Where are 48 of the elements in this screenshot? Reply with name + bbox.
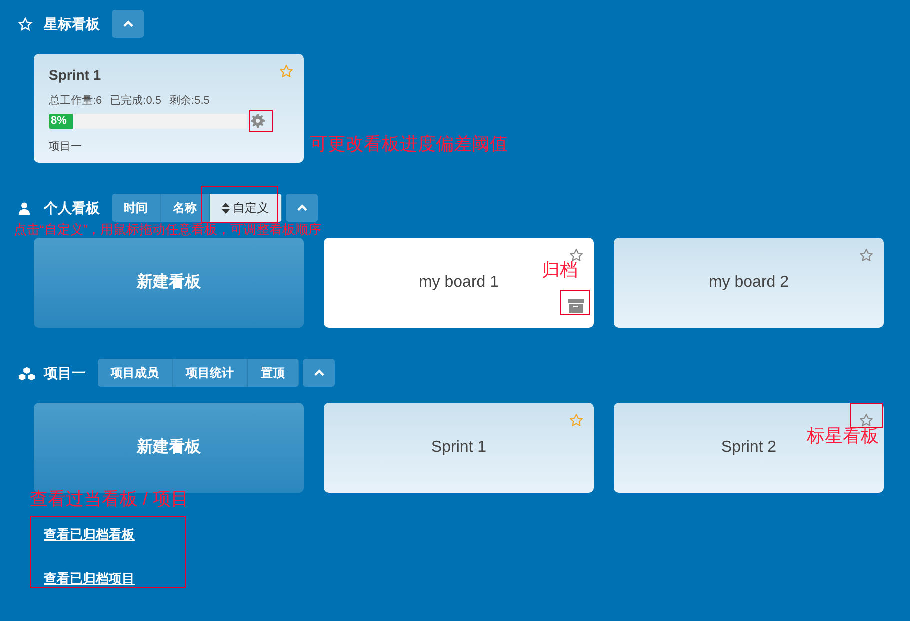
section-title: 个人看板: [44, 198, 100, 218]
collapse-button[interactable]: [303, 359, 335, 387]
archive-link[interactable]: 查看已归档项目: [44, 568, 135, 588]
board-name: my board 1: [418, 273, 500, 293]
new-board-button[interactable]: 新建看板: [34, 238, 304, 328]
progress-fill: 8%: [49, 114, 73, 128]
project-name: 项目一: [49, 140, 82, 154]
collapse-button[interactable]: [286, 194, 318, 222]
archive-icon[interactable]: [567, 298, 585, 314]
sort-icon: [222, 202, 230, 214]
collapse-button[interactable]: [112, 10, 144, 38]
star-icon[interactable]: [859, 248, 874, 263]
board-card[interactable]: Sprint 1 总工作量:6 已完成:0.5 剩余:5.5 8% 项目一: [34, 54, 304, 163]
action-button[interactable]: 项目统计: [173, 359, 248, 387]
board-name: Sprint 2: [721, 438, 777, 458]
stat-text: 剩余:5.5: [170, 94, 210, 109]
board-name: Sprint 1: [431, 438, 487, 458]
star-icon[interactable]: [279, 64, 294, 79]
sort-tab[interactable]: 自定义: [210, 194, 282, 222]
star-icon[interactable]: [569, 413, 584, 428]
sort-tab[interactable]: 时间: [112, 194, 161, 222]
annotation-text: 查看过当看板 / 项目: [30, 490, 190, 508]
cubes-icon: [18, 365, 36, 381]
highlight-box: [249, 110, 273, 132]
annotation-text: 可更改看板进度偏差阈值: [310, 135, 508, 153]
caret-up-icon: [122, 20, 134, 28]
gear-icon[interactable]: [251, 114, 265, 128]
star-icon[interactable]: [569, 248, 584, 263]
action-button[interactable]: 项目成员: [98, 359, 173, 387]
star-icon[interactable]: [859, 413, 874, 428]
annotation-text: 标星看板: [807, 427, 879, 445]
board-card[interactable]: Sprint 1: [324, 403, 594, 493]
highlight-box: [850, 403, 883, 428]
section-title: 项目一: [44, 364, 86, 382]
board-name: Sprint 1: [49, 66, 102, 85]
caret-up-icon: [296, 204, 308, 212]
highlight-box: [560, 290, 590, 315]
action-button[interactable]: 置顶: [248, 359, 299, 387]
sort-tab[interactable]: 名称: [161, 194, 210, 222]
annotation-text: 点击“自定义”，用鼠标拖动任意看板，可调整看板顺序: [14, 223, 322, 236]
archive-link[interactable]: 查看已归档看板: [44, 525, 135, 544]
stat-text: 已完成:0.5: [110, 94, 162, 109]
section-title: 星标看板: [44, 14, 100, 34]
board-card[interactable]: my board 2: [614, 238, 884, 328]
caret-up-icon: [314, 369, 324, 377]
annotation-text: 归档: [542, 261, 578, 279]
stat-text: 总工作量:6: [49, 94, 102, 109]
board-name: my board 2: [708, 273, 790, 293]
